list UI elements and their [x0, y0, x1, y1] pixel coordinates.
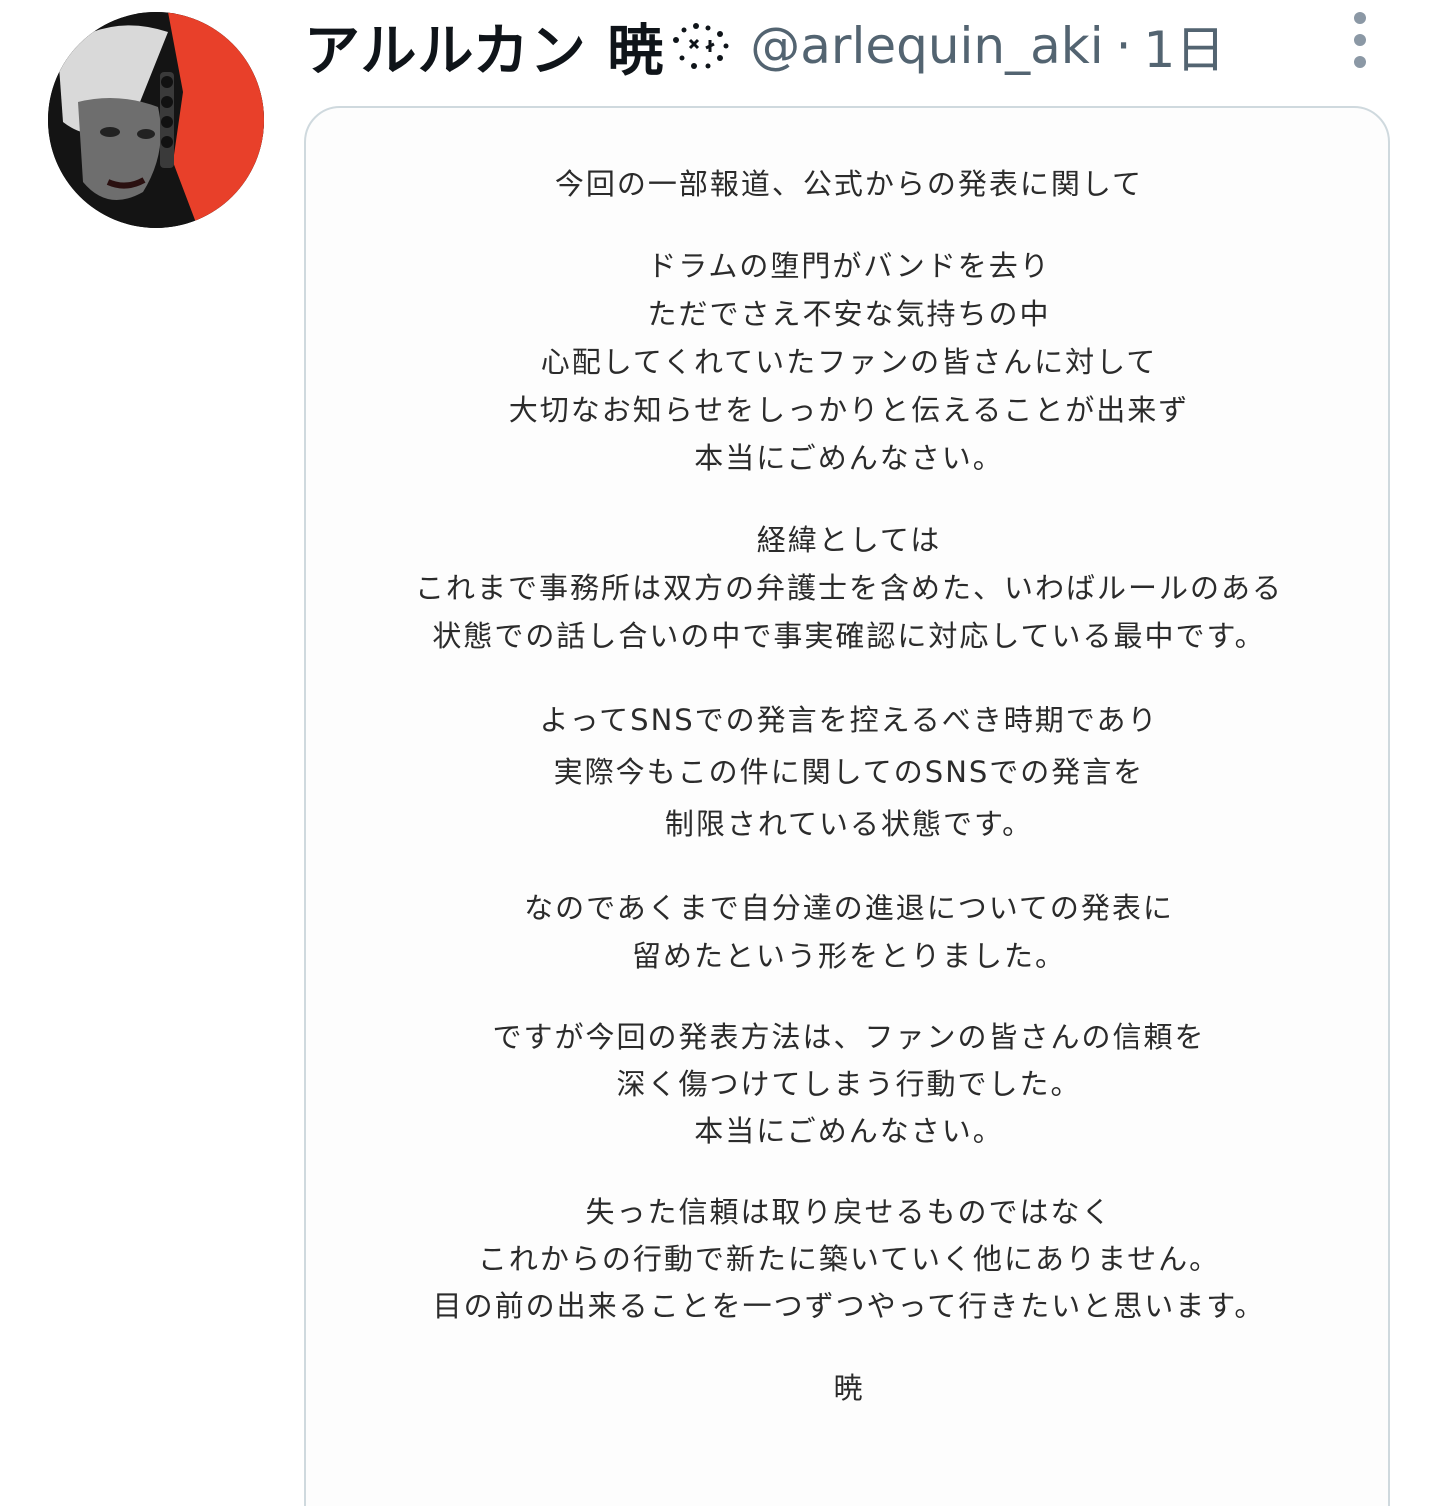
statement-line: なのであくまで自分達の進退についての発表に	[524, 891, 1174, 925]
separator-dot: ·	[1115, 17, 1132, 75]
statement-line: 心配してくれていたファンの皆さんに対して	[540, 345, 1158, 379]
stanza: ドラムの堕門がバンドを去り ただでさえ不安な気持ちの中 心配してくれていたファン…	[306, 242, 1392, 482]
more-vertical-icon	[1354, 12, 1366, 24]
statement-line: ただでさえ不安な気持ちの中	[647, 297, 1051, 331]
statement-line: 大切なお知らせをしっかりと伝えることが出来ず	[508, 393, 1190, 427]
stanza: なのであくまで自分達の進退についての発表に 留めたという形をとりました。	[306, 884, 1392, 980]
stanza: 失った信頼は取り戻せるものではなく これからの行動で新たに築いていく他にありませ…	[306, 1189, 1392, 1330]
statement-signature: 暁	[833, 1371, 865, 1405]
timestamp[interactable]: 1日	[1144, 10, 1226, 82]
statement-line: これからの行動で新たに築いていく他にありません。	[477, 1242, 1221, 1276]
statement-line: ドラムの堕門がバンドを去り	[647, 249, 1051, 283]
statement-line: 状態での話し合いの中で事実確認に対応している最中です。	[432, 619, 1266, 653]
statement-line: 今回の一部報道、公式からの発表に関して	[554, 167, 1144, 201]
tweet[interactable]: アルルカン 暁 @arlequin_aki · 1日 今回の一部報道、公式からの…	[0, 0, 1440, 1506]
attached-image[interactable]: 今回の一部報道、公式からの発表に関して ドラムの堕門がバンドを去り ただでさえ不…	[304, 106, 1390, 1506]
more-button[interactable]	[1340, 12, 1380, 68]
stanza: ですが今回の発表方法は、ファンの皆さんの信頼を 深く傷つけてしまう行動でした。 …	[306, 1014, 1392, 1155]
statement-line: 制限されている状態です。	[664, 807, 1034, 841]
display-name[interactable]: アルルカン 暁	[304, 6, 664, 87]
statement-line: 留めたという形をとりました。	[631, 939, 1066, 973]
sparkle-emoji-icon	[668, 18, 736, 74]
statement-text: 今回の一部報道、公式からの発表に関して ドラムの堕門がバンドを去り ただでさえ不…	[306, 160, 1392, 1412]
avatar[interactable]	[48, 12, 264, 228]
statement-line: これまで事務所は双方の弁護士を含めた、いわばルールのある	[414, 571, 1283, 605]
statement-line: 本当にごめんなさい。	[694, 1114, 1004, 1148]
statement-line: よってSNSでの発言を控えるべき時期であり	[539, 703, 1159, 737]
more-vertical-icon-dot	[1354, 34, 1366, 46]
statement-line: 深く傷つけてしまう行動でした。	[616, 1067, 1082, 1101]
statement-line: 本当にごめんなさい。	[694, 441, 1004, 475]
statement-line: ですが今回の発表方法は、ファンの皆さんの信頼を	[492, 1020, 1206, 1054]
statement-line: 実際今もこの件に関してのSNSでの発言を	[553, 755, 1145, 789]
stanza: 経緯としては これまで事務所は双方の弁護士を含めた、いわばルールのある 状態での…	[306, 516, 1392, 660]
stanza: 今回の一部報道、公式からの発表に関して	[306, 160, 1392, 208]
avatar-photo	[48, 12, 264, 228]
tweet-header: アルルカン 暁 @arlequin_aki · 1日	[304, 6, 1225, 86]
statement-line: 経緯としては	[756, 523, 942, 557]
more-vertical-icon-dot	[1354, 56, 1366, 68]
statement-line: 失った信頼は取り戻せるものではなく	[585, 1195, 1113, 1229]
stanza: よってSNSでの発言を控えるべき時期であり 実際今もこの件に関してのSNSでの発…	[306, 694, 1392, 850]
user-handle[interactable]: @arlequin_aki	[750, 17, 1103, 75]
statement-line: 目の前の出来ることを一つずつやって行きたいと思います。	[432, 1289, 1266, 1323]
